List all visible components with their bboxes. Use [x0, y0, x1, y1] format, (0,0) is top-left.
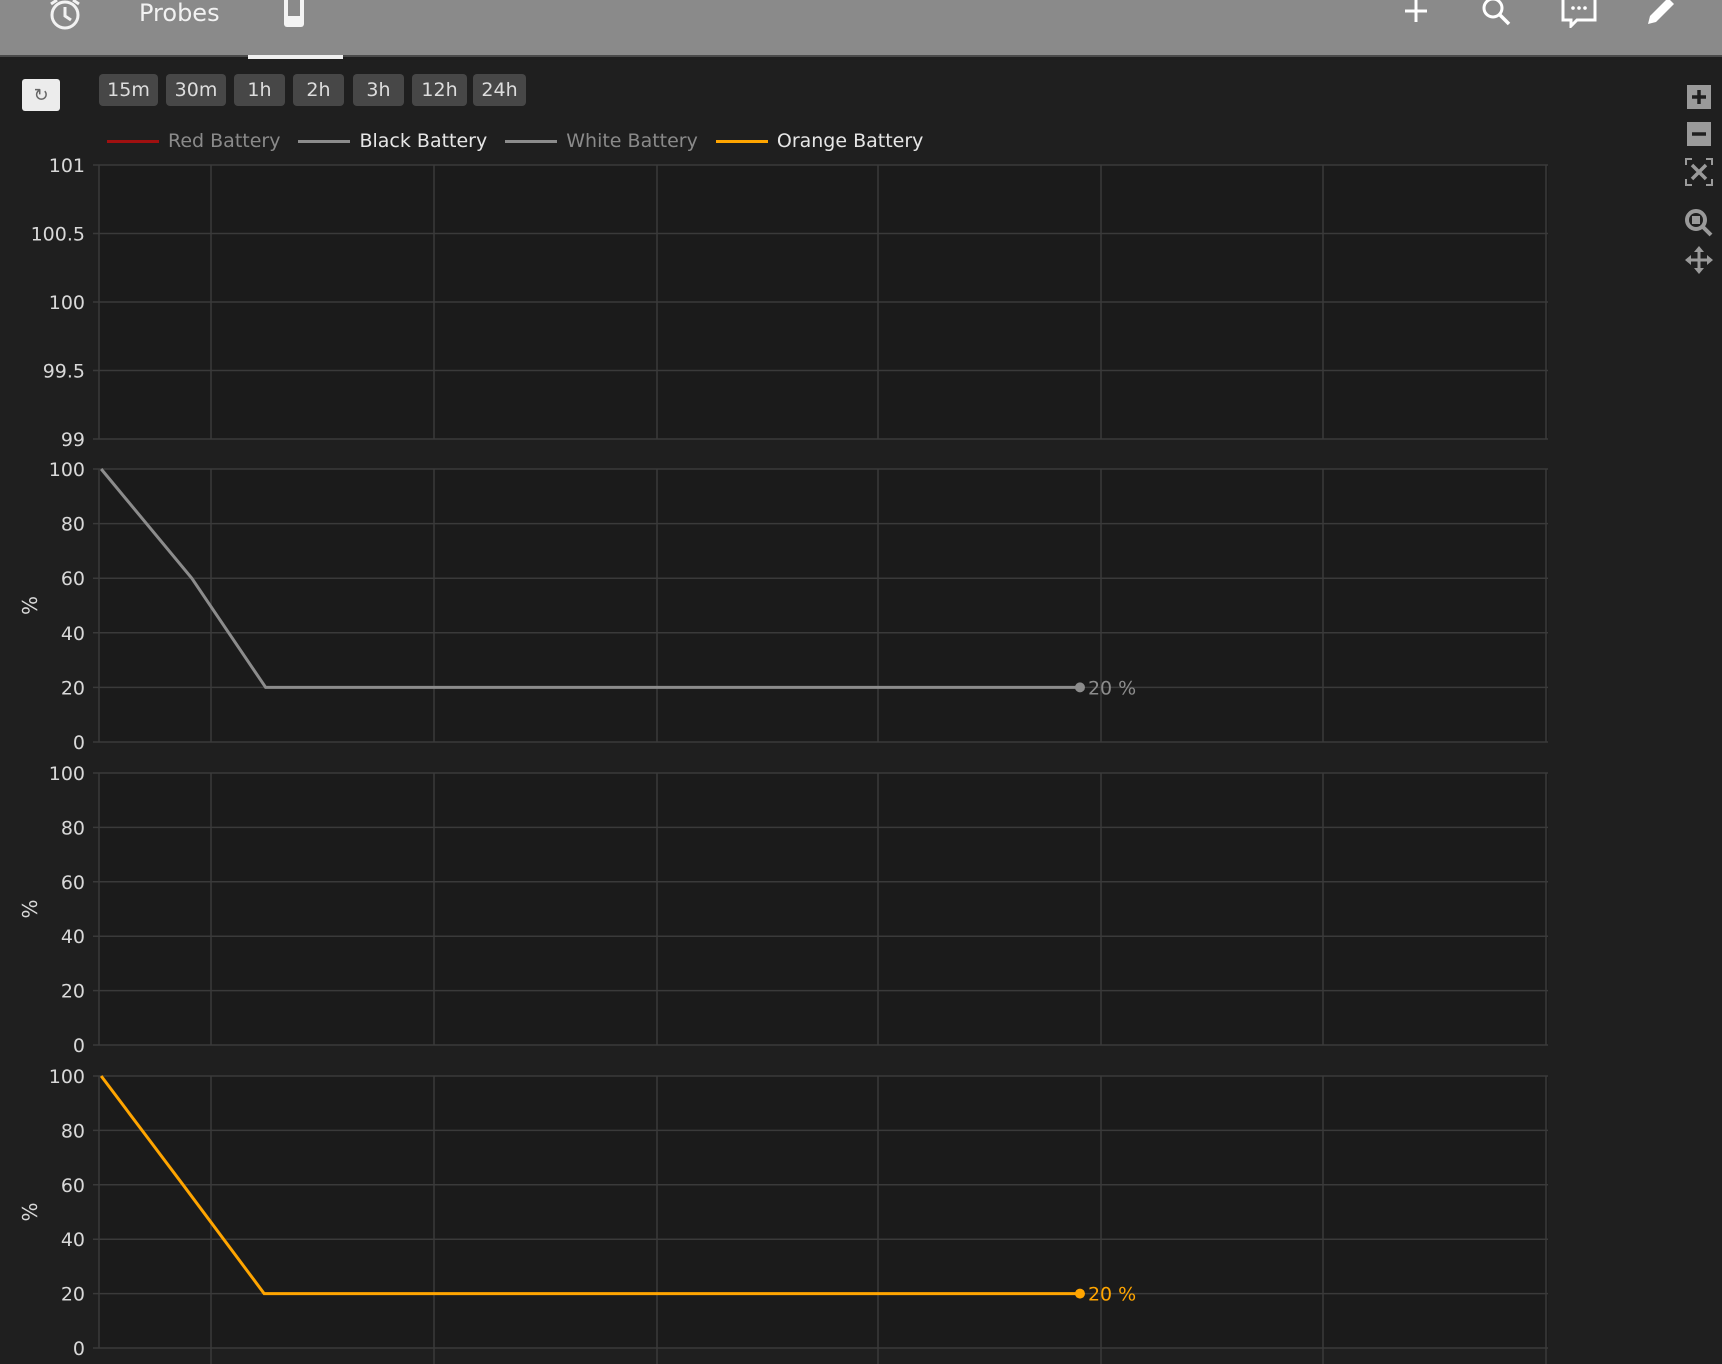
y-tick-label: 100 [49, 1066, 85, 1088]
y-axis-label: % [18, 596, 42, 615]
y-tick-label: 99.5 [43, 361, 85, 383]
chart-panel-white-battery: 0 20 40 60 80 100% [18, 763, 1548, 1057]
y-tick-label: 60 [61, 872, 85, 894]
charts-area[interactable]: 99 99.5 100 100.5 101 0 20 40 60 80 100% 20 % 0 20 40 6… [0, 0, 1722, 1364]
end-value-label: 20 % [1088, 1284, 1136, 1306]
y-tick-label: 20 [61, 1284, 85, 1306]
y-tick-label: 20 [61, 677, 85, 699]
plot-background [99, 1076, 1548, 1348]
chart-panel-black-battery: 0 20 40 60 80 100% 20 % [18, 459, 1548, 754]
data-point [1074, 682, 1085, 693]
chart-panel-red-battery: 99 99.5 100 100.5 101 [31, 155, 1548, 451]
y-tick-label: 100.5 [31, 224, 85, 246]
y-tick-label: 40 [61, 1229, 85, 1251]
y-tick-label: 100 [49, 459, 85, 481]
y-tick-label: 100 [49, 763, 85, 785]
y-axis-label: % [18, 1202, 42, 1221]
plot-background [99, 469, 1548, 742]
y-tick-label: 0 [73, 1338, 85, 1360]
y-tick-label: 40 [61, 926, 85, 948]
y-tick-label: 20 [61, 981, 85, 1003]
y-axis-label: % [18, 899, 42, 918]
y-tick-label: 40 [61, 623, 85, 645]
y-tick-label: 0 [73, 732, 85, 754]
y-tick-label: 80 [61, 514, 85, 536]
y-tick-label: 101 [49, 155, 85, 177]
data-point [1074, 1288, 1085, 1299]
y-tick-label: 60 [61, 1175, 85, 1197]
y-tick-label: 100 [49, 292, 85, 314]
y-tick-label: 60 [61, 568, 85, 590]
end-value-label: 20 % [1088, 677, 1136, 699]
y-tick-label: 99 [61, 429, 85, 451]
y-tick-label: 0 [73, 1035, 85, 1057]
chart-panel-orange-battery: 0 20 40 60 80 100% 20 % [18, 1066, 1548, 1364]
plot-background [99, 773, 1548, 1045]
y-tick-label: 80 [61, 1120, 85, 1142]
y-tick-label: 80 [61, 817, 85, 839]
